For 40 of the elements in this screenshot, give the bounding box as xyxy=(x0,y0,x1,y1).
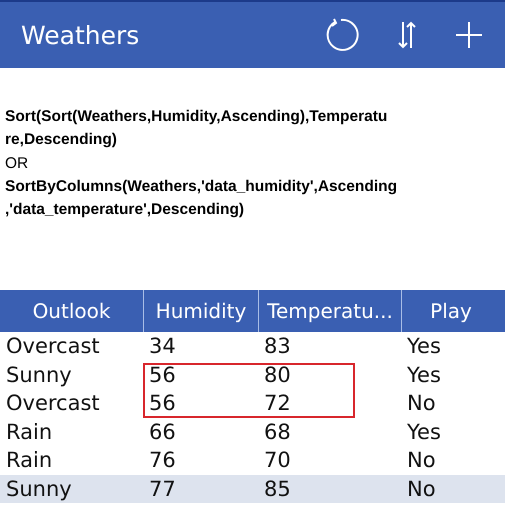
table-row[interactable]: Sunny 56 80 Yes xyxy=(0,360,505,389)
table-cell-text: Yes xyxy=(406,334,442,358)
table-cell-text: 70 xyxy=(263,448,292,472)
table-row[interactable]: Rain 66 68 Yes xyxy=(0,418,505,446)
table-cell-text: 72 xyxy=(263,391,292,416)
formula-text: Sort(Sort(Weathers,Humidity,Ascending),Temperatu re,Descending) OR SortByColumns(Weathers,'data_humidity',Ascending ,'data_temperature',Descending) xyxy=(5,107,398,220)
table-row[interactable]: Overcast 56 72 No xyxy=(0,389,505,418)
table-cell-text: 68 xyxy=(263,420,292,444)
table-cell-text: 85 xyxy=(263,476,292,501)
table-cell-text: 56 xyxy=(148,391,177,416)
table-cell-text: No xyxy=(406,448,437,472)
table-cell-text: Rain xyxy=(5,448,54,472)
table-cell-text: 34 xyxy=(148,334,177,358)
add-icon xyxy=(455,21,483,49)
table-cell-text: Sunny xyxy=(5,476,73,501)
table-cell-text: Overcast xyxy=(5,391,101,416)
column-header[interactable]: Play xyxy=(401,290,500,332)
table-row[interactable]: Sunny 77 85 No xyxy=(0,474,505,503)
table-cell-text: Sunny xyxy=(5,362,73,387)
table-row[interactable]: Overcast 34 83 Yes xyxy=(0,332,505,360)
table-cell-text: No xyxy=(406,391,437,416)
column-header[interactable]: Outlook xyxy=(0,290,143,332)
table-cell-text: 77 xyxy=(148,476,177,501)
sort-button[interactable] xyxy=(397,20,417,50)
column-header[interactable]: Temperatu... xyxy=(258,290,401,332)
sort-icon xyxy=(397,20,417,50)
table-cell-text: Rain xyxy=(5,420,54,444)
column-header[interactable]: Humidity xyxy=(143,290,258,332)
add-button[interactable] xyxy=(455,21,483,49)
table-cell-text: 80 xyxy=(263,362,292,387)
table-cell-text: No xyxy=(406,476,437,501)
table-cell-text: 66 xyxy=(148,420,177,444)
screen-title: Weathers xyxy=(21,20,140,50)
table-row[interactable]: Rain 76 70 No xyxy=(0,446,505,474)
table-cell-text: 56 xyxy=(148,362,177,387)
table-cell-text: Yes xyxy=(406,362,442,387)
table-cell-text: Yes xyxy=(406,420,442,444)
table-cell-text: 83 xyxy=(263,334,292,358)
table-cell-text: 76 xyxy=(148,448,177,472)
table-cell-text: Overcast xyxy=(5,334,101,358)
